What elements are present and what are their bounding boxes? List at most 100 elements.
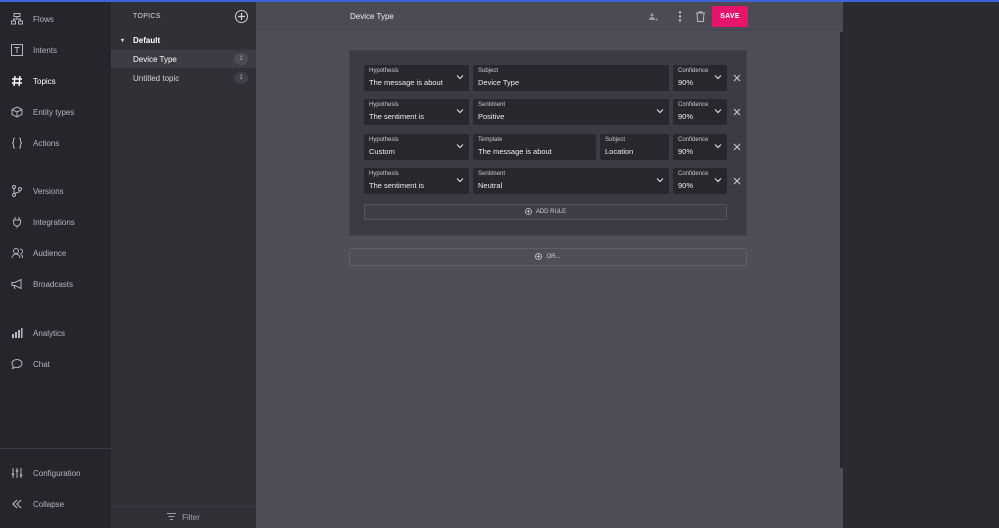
field-label: Sentiment	[478, 171, 506, 177]
field-label: Hypothesis	[369, 68, 399, 74]
nav-item-versions[interactable]: Versions	[0, 177, 111, 205]
nav-label: Chat	[33, 359, 50, 369]
chevron-down-icon	[714, 178, 722, 183]
nav-item-topics[interactable]: Topics	[0, 67, 111, 95]
more-options-icon[interactable]	[675, 11, 685, 22]
chevron-down-icon	[714, 75, 722, 80]
nav-label: Topics	[33, 76, 56, 86]
remove-rule-icon[interactable]	[733, 177, 741, 185]
field-label: Hypothesis	[369, 102, 399, 108]
field-label: Sentiment	[478, 102, 506, 108]
nav-item-configuration[interactable]: Configuration	[0, 459, 111, 487]
confidence-select[interactable]: Confidence 90%	[673, 99, 727, 125]
confidence-select[interactable]: Confidence 90%	[673, 65, 727, 91]
add-topic-button[interactable]	[235, 10, 248, 23]
field-value: 90%	[678, 78, 694, 87]
sliders-icon	[10, 466, 24, 480]
nav-item-analytics[interactable]: Analytics	[0, 319, 111, 347]
field-value: The sentiment is	[369, 112, 425, 121]
hypothesis-select[interactable]: Hypothesis The sentiment is	[364, 168, 469, 194]
rules-card: Hypothesis The message is about Subject …	[349, 50, 747, 236]
confidence-select[interactable]: Confidence 90%	[673, 134, 727, 160]
branch-icon	[10, 184, 24, 198]
chevron-down-icon	[456, 75, 464, 80]
hypothesis-select[interactable]: Hypothesis The message is about	[364, 65, 469, 91]
field-value: Location	[605, 147, 634, 156]
nav-label: Configuration	[33, 468, 81, 478]
hypothesis-select[interactable]: Hypothesis The sentiment is	[364, 99, 469, 125]
field-label: Confidence	[678, 171, 709, 177]
plus-icon	[238, 13, 245, 20]
nav-item-intents[interactable]: Intents	[0, 36, 111, 64]
field-label: Confidence	[678, 68, 709, 74]
field-label: Template	[478, 137, 503, 143]
nav-item-entity-types[interactable]: Entity types	[0, 98, 111, 126]
topic-editor: Device Type SAVE Hypothesis The message …	[256, 2, 843, 528]
topics-panel: TOPICS ▾ Default Device Type 1 Untitled …	[111, 2, 256, 528]
field-value: The message is about	[369, 78, 443, 87]
plus-circle-icon	[535, 252, 543, 262]
chevron-down-icon	[456, 109, 464, 114]
nav-divider	[0, 448, 111, 449]
braces-icon	[10, 136, 24, 150]
sentiment-select[interactable]: Sentiment Neutral	[473, 168, 669, 194]
remove-rule-icon[interactable]	[733, 108, 741, 116]
add-or-group-button[interactable]: OR...	[349, 248, 747, 266]
chevron-down-icon	[456, 178, 464, 183]
nav-label: Entity types	[33, 107, 75, 117]
chevron-down-icon	[714, 144, 722, 149]
assign-icon[interactable]	[648, 11, 658, 22]
confidence-select[interactable]: Confidence 90%	[673, 168, 727, 194]
remove-rule-icon[interactable]	[733, 143, 741, 151]
sentiment-select[interactable]: Sentiment Positive	[473, 99, 669, 125]
nav-label: Analytics	[33, 328, 66, 338]
nav-item-chat[interactable]: Chat	[0, 350, 111, 378]
nav-label: Collapse	[33, 499, 65, 509]
field-label: Confidence	[678, 102, 709, 108]
chat-bubble-icon	[10, 357, 24, 371]
topic-label: Device Type	[133, 54, 177, 64]
nav-label: Broadcasts	[33, 279, 74, 289]
nav-item-collapse[interactable]: Collapse	[0, 490, 111, 518]
add-rule-label: ADD RULE	[535, 209, 567, 215]
plus-circle-icon	[524, 207, 532, 217]
trash-icon[interactable]	[695, 11, 705, 22]
chevron-down-icon	[656, 109, 664, 114]
field-value: 90%	[678, 181, 694, 190]
add-rule-button[interactable]: ADD RULE	[364, 204, 727, 220]
subject-input[interactable]: Subject Location	[600, 134, 669, 160]
nav-label: Intents	[33, 45, 58, 55]
topic-count-badge: 1	[234, 72, 248, 84]
topic-item-untitled[interactable]: Untitled topic 1	[111, 69, 256, 87]
or-label: OR...	[546, 254, 561, 260]
field-value: The sentiment is	[369, 181, 425, 190]
editor-header: Device Type SAVE	[256, 2, 843, 31]
hypothesis-select[interactable]: Hypothesis Custom	[364, 134, 469, 160]
bar-chart-icon	[10, 326, 24, 340]
field-label: Hypothesis	[369, 137, 399, 143]
page-title: Device Type	[350, 12, 394, 21]
save-button[interactable]: SAVE	[712, 6, 748, 27]
nav-item-integrations[interactable]: Integrations	[0, 208, 111, 236]
nav-item-flows[interactable]: Flows	[0, 5, 111, 33]
nav-item-audience[interactable]: Audience	[0, 239, 111, 267]
filter-label: Filter	[182, 513, 200, 522]
intents-icon	[10, 43, 24, 57]
nav-item-actions[interactable]: Actions	[0, 129, 111, 157]
topics-heading: TOPICS	[133, 13, 161, 20]
topic-group-label: Default	[133, 36, 161, 45]
template-input[interactable]: Template The message is about	[473, 134, 596, 160]
topic-group-default[interactable]: ▾ Default	[121, 36, 160, 45]
field-label: Confidence	[678, 137, 709, 143]
topic-label: Untitled topic	[133, 73, 180, 83]
nav-label: Audience	[33, 248, 67, 258]
field-value: Device Type	[478, 78, 520, 87]
remove-rule-icon[interactable]	[733, 74, 741, 82]
topic-count-badge: 1	[234, 53, 248, 65]
field-label: Hypothesis	[369, 171, 399, 177]
chevron-down-icon	[656, 178, 664, 183]
nav-item-broadcasts[interactable]: Broadcasts	[0, 270, 111, 298]
filter-button[interactable]: Filter	[111, 506, 256, 528]
subject-input[interactable]: Subject Device Type	[473, 65, 669, 91]
topic-item-device-type[interactable]: Device Type 1	[111, 50, 256, 68]
